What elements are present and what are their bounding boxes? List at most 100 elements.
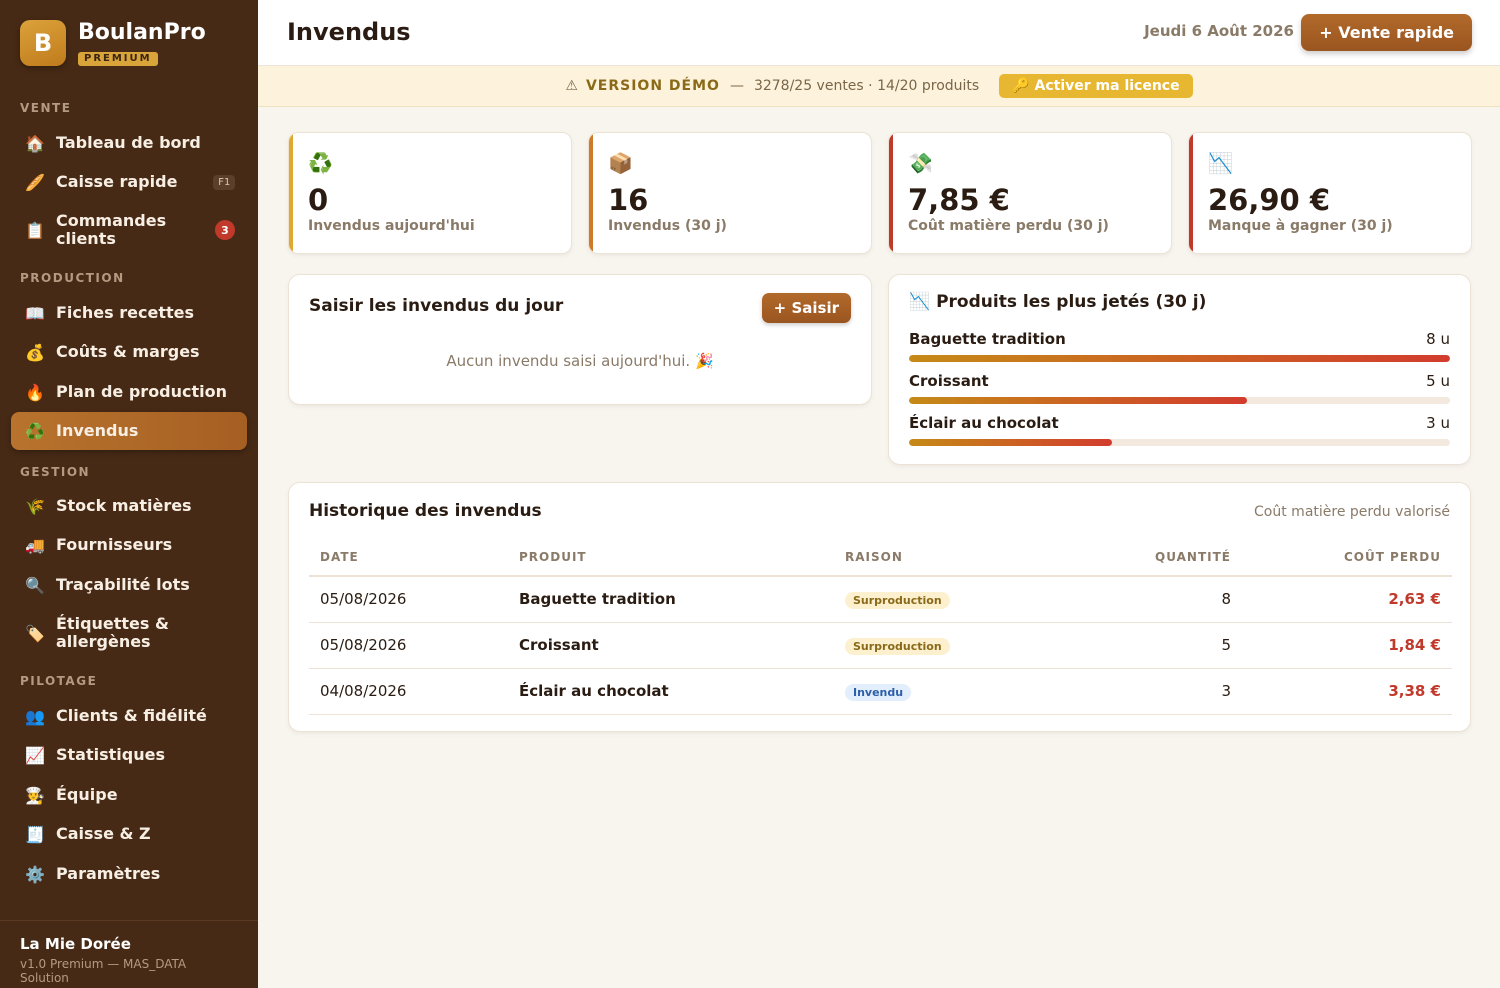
kpi-material-cost-lost: 💸 7,85 € Coût matière perdu (30 j) — [888, 132, 1172, 254]
history-title: Historique des invendus — [309, 501, 542, 521]
cell-quantity: 5 — [1060, 622, 1242, 669]
top-discarded-row: Croissant 5 u — [909, 372, 1450, 412]
sidebar-item-label: Coûts & marges — [56, 342, 200, 361]
receipt-icon: 🧾 — [25, 824, 45, 844]
sidebar-item-plan-de-production[interactable]: 🔥 Plan de production — [11, 373, 247, 411]
kpi-unsold-30d: 📦 16 Invendus (30 j) — [588, 132, 872, 254]
progress-track — [909, 439, 1450, 446]
sidebar-item-label: Caisse rapide — [56, 172, 178, 191]
sidebar-item-tableau-de-bord[interactable]: 🏠 Tableau de bord — [11, 124, 247, 162]
fire-icon: 🔥 — [25, 382, 45, 402]
table-row[interactable]: 05/08/2026 Croissant Surproduction 5 1,84 € — [309, 622, 1452, 669]
enter-unsold-button[interactable]: + Saisir — [761, 293, 851, 323]
product-quantity: 5 u — [1426, 372, 1450, 390]
cell-cost: 1,84 € — [1242, 622, 1452, 669]
cell-cost: 3,38 € — [1242, 668, 1452, 715]
column-header-quantity[interactable]: QUANTITÉ — [1060, 538, 1242, 577]
sidebar-item-equipe[interactable]: 🧑‍🍳 Équipe — [11, 776, 247, 814]
demo-usage: 3278/25 ventes · 14/20 produits — [753, 78, 980, 94]
cell-product: Baguette tradition — [508, 576, 834, 623]
sidebar-item-clients-fidelite[interactable]: 👥 Clients & fidélité — [11, 697, 247, 735]
cell-date: 05/08/2026 — [309, 622, 508, 669]
table-header-row: DATE PRODUIT RAISON QUANTITÉ COÛT PERDU — [309, 538, 1452, 577]
progress-track — [909, 355, 1450, 362]
sidebar-item-label: Plan de production — [56, 382, 228, 401]
house-icon: 🏠 — [25, 133, 45, 153]
sidebar-item-caisse-rapide[interactable]: 🥖 Caisse rapide F1 — [11, 163, 247, 201]
column-header-date[interactable]: DATE — [309, 538, 508, 577]
gear-icon: ⚙️ — [25, 864, 45, 884]
top-discarded-title: 📉 Produits les plus jetés (30 j) — [909, 292, 1206, 312]
sidebar-item-label: Paramètres — [56, 864, 161, 883]
page-title: Invendus — [287, 18, 411, 46]
sidebar-item-label: Traçabilité lots — [56, 575, 190, 594]
cell-cost: 2,63 € — [1242, 576, 1452, 623]
current-date: Jeudi 6 Août 2026 — [1144, 22, 1294, 40]
sidebar-item-label: Fiches recettes — [56, 303, 194, 322]
sidebar-item-commandes-clients[interactable]: 📋 Commandes clients 3 — [11, 208, 247, 252]
recycle-icon: ♻️ — [25, 421, 45, 441]
warning-icon: ⚠ — [565, 78, 578, 94]
wheat-icon: 🌾 — [25, 496, 45, 516]
magnifier-icon: 🔍 — [25, 575, 45, 595]
product-name: Croissant — [909, 372, 989, 390]
cell-reason: Invendu — [834, 668, 1060, 715]
sidebar-item-parametres[interactable]: ⚙️ Paramètres — [11, 855, 247, 893]
brand[interactable]: B BoulanPro PREMIUM — [20, 18, 206, 68]
cell-reason: Surproduction — [834, 576, 1060, 623]
app-name: BoulanPro — [78, 20, 206, 45]
cell-product: Croissant — [508, 622, 834, 669]
quick-sale-button[interactable]: + Vente rapide — [1301, 14, 1472, 51]
kpi-value: 16 — [608, 183, 649, 217]
kpi-unsold-today: ♻️ 0 Invendus aujourd'hui — [288, 132, 572, 254]
sidebar-footer: La Mie Dorée v1.0 Premium — MAS_DATA Sol… — [0, 920, 258, 988]
demo-banner: ⚠ VERSION DÉMO — 3278/25 ventes · 14/20 … — [258, 66, 1500, 107]
sidebar-item-invendus[interactable]: ♻️ Invendus — [11, 412, 247, 450]
table-row[interactable]: 05/08/2026 Baguette tradition Surproductio… — [309, 576, 1452, 623]
top-discarded-row: Baguette tradition 8 u — [909, 330, 1450, 370]
sidebar-item-couts-marges[interactable]: 💰 Coûts & marges — [11, 333, 247, 371]
progress-fill — [909, 397, 1248, 404]
sidebar-item-label: Équipe — [56, 785, 118, 804]
reason-badge: Surproduction — [845, 591, 950, 609]
money-bag-icon: 💰 — [25, 342, 45, 362]
sidebar-item-caisse-z[interactable]: 🧾 Caisse & Z — [11, 815, 247, 853]
sidebar: B BoulanPro PREMIUM VENTE 🏠 Tableau de b… — [0, 0, 258, 988]
sidebar-item-etiquettes-allergenes[interactable]: 🏷️ Étiquettes & allergènes — [11, 611, 247, 655]
empty-state-text: Aucun invendu saisi aujourd'hui. 🎉 — [446, 352, 714, 370]
section-title-pilotage: PILOTAGE — [20, 674, 98, 688]
chart-up-icon: 📈 — [25, 745, 45, 765]
sidebar-item-fiches-recettes[interactable]: 📖 Fiches recettes — [11, 294, 247, 332]
sidebar-item-label: Caisse & Z — [56, 824, 151, 843]
shortcut-badge: F1 — [212, 174, 235, 190]
column-header-reason[interactable]: RAISON — [834, 538, 1060, 577]
package-icon: 📦 — [608, 151, 633, 175]
cell-date: 04/08/2026 — [309, 668, 508, 715]
cell-quantity: 8 — [1060, 576, 1242, 623]
kpi-label: Invendus aujourd'hui — [308, 218, 475, 234]
section-title-vente: VENTE — [20, 101, 72, 115]
sidebar-item-statistiques[interactable]: 📈 Statistiques — [11, 736, 247, 774]
progress-fill — [909, 439, 1112, 446]
reason-badge: Invendu — [845, 683, 912, 701]
demo-label: VERSION DÉMO — [585, 78, 720, 94]
chart-down-icon: 📉 — [909, 292, 931, 312]
top-discarded-title-text: Produits les plus jetés (30 j) — [936, 292, 1207, 312]
recycle-icon: ♻️ — [308, 151, 333, 175]
column-header-cost[interactable]: COÛT PERDU — [1242, 538, 1452, 577]
sidebar-item-label: Stock matières — [56, 496, 192, 515]
cook-icon: 🧑‍🍳 — [25, 785, 45, 805]
sidebar-item-stock-matieres[interactable]: 🌾 Stock matières — [11, 487, 247, 525]
sidebar-item-label: Étiquettes & allergènes — [56, 614, 169, 651]
entry-panel: Saisir les invendus du jour + Saisir Auc… — [288, 274, 872, 405]
top-header: Invendus Jeudi 6 Août 2026 + Vente rapid… — [258, 0, 1500, 66]
activate-license-button[interactable]: 🔑 Activer ma licence — [999, 74, 1193, 98]
column-header-product[interactable]: PRODUIT — [508, 538, 834, 577]
table-row[interactable]: 04/08/2026 Éclair au chocolat Invendu 3 3,38… — [309, 668, 1452, 715]
version-text: v1.0 Premium — MAS_DATA Solution — [20, 957, 187, 985]
product-quantity: 8 u — [1426, 330, 1450, 348]
money-wings-icon: 💸 — [908, 151, 933, 175]
sidebar-item-fournisseurs[interactable]: 🚚 Fournisseurs — [11, 526, 247, 564]
sidebar-item-tracabilite-lots[interactable]: 🔍 Traçabilité lots — [11, 566, 247, 604]
sidebar-item-label: Fournisseurs — [56, 535, 173, 554]
